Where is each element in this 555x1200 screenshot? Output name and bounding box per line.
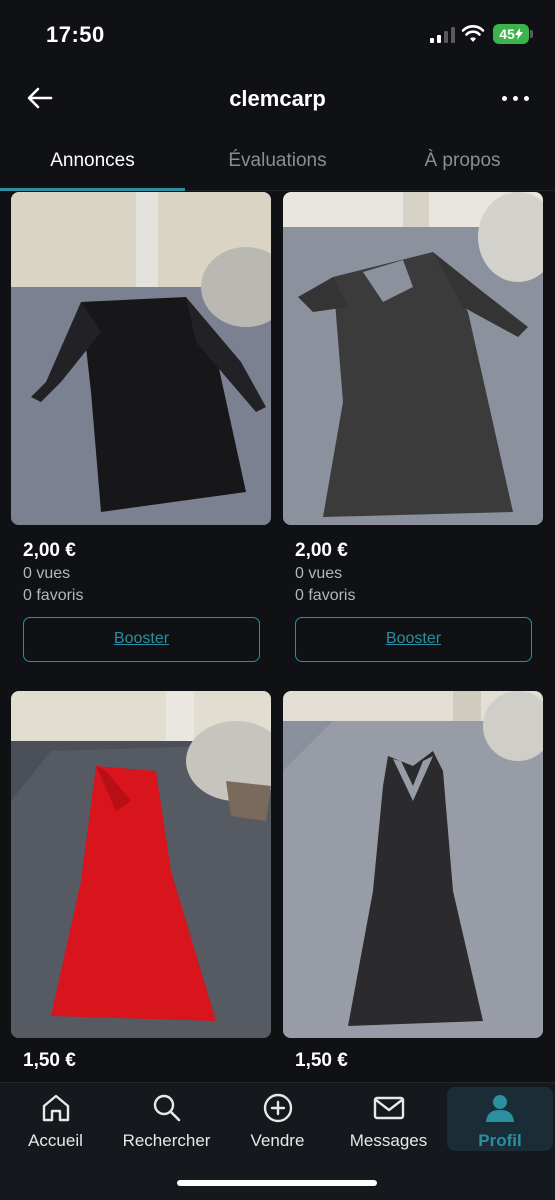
tab-a-propos[interactable]: À propos bbox=[370, 135, 555, 191]
more-options-button[interactable] bbox=[494, 84, 536, 112]
status-time: 17:50 bbox=[46, 22, 105, 47]
listing-photo[interactable] bbox=[11, 192, 271, 525]
listing-views: 0 vues bbox=[295, 565, 343, 582]
more-dot bbox=[523, 95, 529, 101]
profile-icon bbox=[486, 1095, 514, 1122]
listing-views: 0 vues bbox=[23, 565, 71, 582]
cellular-signal-icon bbox=[430, 27, 455, 43]
home-icon bbox=[42, 1094, 69, 1122]
search-icon bbox=[153, 1094, 180, 1122]
battery-tip bbox=[530, 30, 533, 38]
envelope-icon bbox=[373, 1096, 404, 1120]
tab-evaluations[interactable]: Évaluations bbox=[185, 135, 370, 191]
nav-label: Rechercher bbox=[122, 1131, 211, 1150]
listing-favorites: 0 favoris bbox=[23, 587, 84, 604]
listing-photo[interactable] bbox=[283, 691, 543, 1038]
nav-label: Vendre bbox=[250, 1131, 305, 1150]
listing-price: 1,50 € bbox=[295, 1050, 348, 1071]
listings-grid: 2,00 € 0 vues 0 favoris Booster 2,00 € 0… bbox=[0, 192, 555, 1082]
listing-photo[interactable] bbox=[283, 192, 543, 525]
tab-bar: Annonces Évaluations À propos bbox=[0, 135, 555, 191]
nav-vendre[interactable]: Vendre bbox=[222, 1083, 333, 1151]
screen: 17:50 45 clemcarp Annonces Évaluations À… bbox=[0, 0, 555, 1200]
booster-button[interactable]: Booster bbox=[23, 617, 260, 662]
page-title: clemcarp bbox=[229, 86, 326, 111]
listing-price: 1,50 € bbox=[23, 1050, 76, 1071]
listing-favorites: 0 favoris bbox=[295, 587, 356, 604]
listing-price: 2,00 € bbox=[23, 540, 76, 561]
listing-price: 2,00 € bbox=[295, 540, 348, 561]
charging-bolt-icon bbox=[514, 28, 523, 40]
nav-profil[interactable]: Profil bbox=[447, 1087, 553, 1151]
status-bar: 17:50 45 bbox=[0, 0, 555, 70]
nav-label: Profil bbox=[478, 1131, 522, 1150]
nav-messages[interactable]: Messages bbox=[333, 1083, 444, 1151]
nav-accueil[interactable]: Accueil bbox=[0, 1083, 111, 1151]
listing-photo[interactable] bbox=[11, 691, 271, 1038]
nav-label: Accueil bbox=[28, 1131, 83, 1150]
more-dot bbox=[501, 95, 507, 101]
battery-indicator: 45 bbox=[493, 24, 529, 44]
more-dot bbox=[512, 95, 518, 101]
home-indicator bbox=[177, 1180, 377, 1186]
battery-level: 45 bbox=[499, 26, 515, 42]
plus-circle-icon bbox=[263, 1093, 292, 1123]
active-tab-indicator bbox=[0, 188, 185, 191]
nav-label: Messages bbox=[349, 1131, 428, 1150]
header: clemcarp bbox=[0, 70, 555, 130]
nav-rechercher[interactable]: Rechercher bbox=[111, 1083, 222, 1151]
booster-button[interactable]: Booster bbox=[295, 617, 532, 662]
tab-annonces[interactable]: Annonces bbox=[0, 135, 185, 191]
wifi-icon bbox=[461, 25, 485, 42]
